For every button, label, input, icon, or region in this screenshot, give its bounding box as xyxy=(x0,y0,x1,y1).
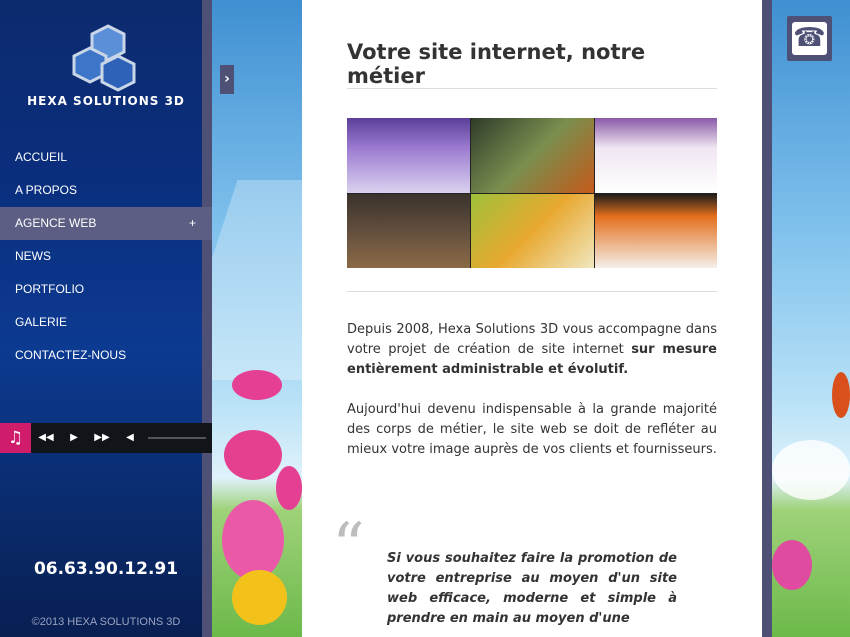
logo-text: HEXA SOLUTIONS 3D xyxy=(27,94,185,108)
nav-item-label: PORTFOLIO xyxy=(15,282,85,296)
main-nav: ACCUEIL A PROPOS AGENCE WEB + NEWS PORTFO… xyxy=(0,141,212,372)
second-paragraph: Aujourd'hui devenu indispensable à la gr… xyxy=(347,402,717,457)
flower-image xyxy=(772,440,850,500)
nav-item-accueil[interactable]: ACCUEIL xyxy=(0,141,212,174)
nav-item-label: CONTACTEZ-NOUS xyxy=(15,348,127,362)
volume-icon[interactable]: ◀ xyxy=(120,423,140,453)
nav-item-label: A PROPOS xyxy=(15,183,78,197)
music-player: ♫ ◀◀ ▶ ▶▶ ◀ xyxy=(0,423,212,453)
previous-icon[interactable]: ◀◀ xyxy=(36,423,56,453)
phone-button[interactable]: ☎ xyxy=(787,16,832,61)
nav-item-galerie[interactable]: GALERIE xyxy=(0,306,212,339)
flower-image xyxy=(276,466,302,510)
flower-image xyxy=(224,430,282,480)
nav-item-a-propos[interactable]: A PROPOS xyxy=(0,174,212,207)
music-note-icon[interactable]: ♫ xyxy=(0,423,31,453)
flower-image xyxy=(222,500,284,580)
nav-item-news[interactable]: NEWS xyxy=(0,240,212,273)
content-panel: Votre site internet, notre métier Depuis… xyxy=(302,0,772,637)
nav-item-contactez-nous[interactable]: CONTACTEZ-NOUS xyxy=(0,339,212,372)
quote-text: Si vous souhaitez faire la promotion de … xyxy=(387,551,677,626)
nav-item-label: AGENCE WEB xyxy=(15,216,97,230)
next-icon[interactable]: ▶▶ xyxy=(92,423,112,453)
intro-paragraph: Depuis 2008, Hexa Solutions 3D vous acco… xyxy=(347,320,717,380)
page-title: Votre site internet, notre métier xyxy=(347,40,646,88)
flower-image xyxy=(772,540,812,590)
volume-slider[interactable] xyxy=(148,437,206,439)
play-icon[interactable]: ▶ xyxy=(64,423,84,453)
nav-item-agence-web[interactable]: AGENCE WEB + xyxy=(0,207,212,240)
nav-item-portfolio[interactable]: PORTFOLIO xyxy=(0,273,212,306)
butterfly-image xyxy=(832,372,850,418)
nav-item-label: NEWS xyxy=(15,249,51,263)
flower-image xyxy=(232,570,287,625)
sidebar: HEXA SOLUTIONS 3D ACCUEIL A PROPOS AGENC… xyxy=(0,0,212,637)
nav-item-label: GALERIE xyxy=(15,315,68,329)
portfolio-mosaic-image xyxy=(347,118,717,268)
nav-item-label: ACCUEIL xyxy=(15,150,68,164)
divider xyxy=(347,291,717,292)
copyright: ©2013 HEXA SOLUTIONS 3D xyxy=(31,616,181,628)
phone-number: 06.63.90.12.91 xyxy=(33,559,179,579)
hexa-logo-icon xyxy=(72,24,136,92)
sidebar-toggle-button[interactable]: › xyxy=(220,65,234,94)
divider xyxy=(347,88,717,89)
flower-image xyxy=(232,370,282,400)
expand-icon[interactable]: + xyxy=(189,207,196,240)
phone-icon: ☎ xyxy=(792,22,827,55)
quote-mark-icon: “ xyxy=(332,510,365,584)
